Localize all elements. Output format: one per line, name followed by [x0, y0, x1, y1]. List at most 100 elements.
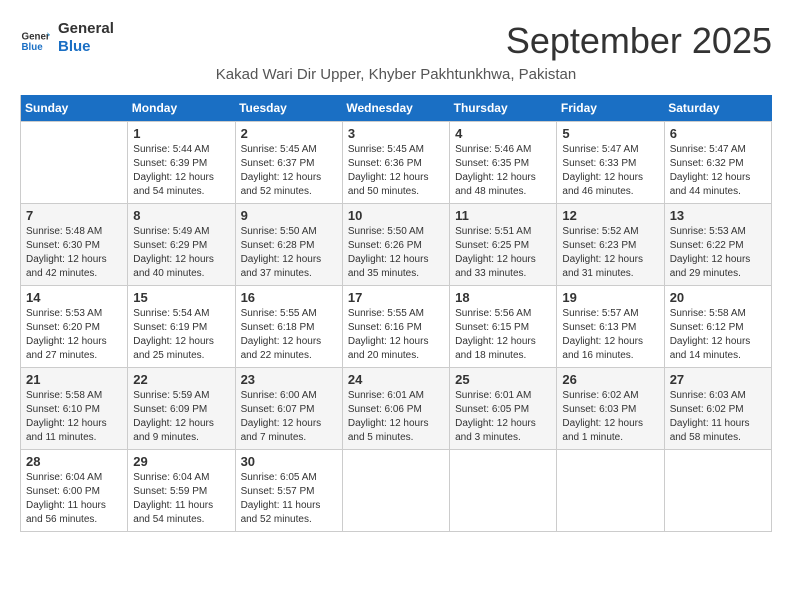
- day-number: 27: [670, 372, 766, 387]
- calendar-cell: 3 Sunrise: 5:45 AM Sunset: 6:36 PM Daylig…: [342, 122, 449, 204]
- day-number: 11: [455, 208, 551, 223]
- day-number: 17: [348, 290, 444, 305]
- calendar-cell: 17 Sunrise: 5:55 AM Sunset: 6:16 PM Dayli…: [342, 286, 449, 368]
- calendar-cell: 5 Sunrise: 5:47 AM Sunset: 6:33 PM Daylig…: [557, 122, 664, 204]
- day-number: 3: [348, 126, 444, 141]
- logo: General Blue General Blue: [20, 20, 114, 56]
- day-number: 7: [26, 208, 122, 223]
- day-info: Sunrise: 5:50 AM Sunset: 6:28 PM Dayligh…: [241, 225, 337, 281]
- calendar-cell: 10Sunrise: 5:50 AM Sunset: 6:26 PM Dayli…: [342, 204, 449, 286]
- calendar-cell: 2 Sunrise: 5:45 AM Sunset: 6:37 PM Daylig…: [235, 122, 342, 204]
- day-number: 19: [562, 290, 658, 305]
- weekday-header-sunday: Sunday: [21, 95, 128, 122]
- day-info: Sunrise: 5:44 AM Sunset: 6:39 PM Dayligh…: [133, 143, 229, 199]
- calendar-cell: 24 Sunrise: 6:01 AM Sunset: 6:06 PM Dayli…: [342, 368, 449, 450]
- day-info: Sunrise: 5:58 AM Sunset: 6:10 PM Dayligh…: [26, 389, 122, 445]
- calendar-cell: 30 Sunrise: 6:05 AM Sunset: 5:57 PM Dayli…: [235, 450, 342, 532]
- calendar-cell: 1Sunrise: 5:44 AM Sunset: 6:39 PM Daylig…: [128, 122, 235, 204]
- day-info: Sunrise: 6:02 AM Sunset: 6:03 PM Dayligh…: [562, 389, 658, 445]
- day-info: Sunrise: 5:47 AM Sunset: 6:33 PM Dayligh…: [562, 143, 658, 199]
- calendar-cell: 9 Sunrise: 5:50 AM Sunset: 6:28 PM Daylig…: [235, 204, 342, 286]
- weekday-header-friday: Friday: [557, 95, 664, 122]
- calendar-cell: 6 Sunrise: 5:47 AM Sunset: 6:32 PM Daylig…: [664, 122, 771, 204]
- calendar-cell: 26Sunrise: 6:02 AM Sunset: 6:03 PM Dayli…: [557, 368, 664, 450]
- svg-text:Blue: Blue: [22, 42, 44, 53]
- month-title: September 2025: [506, 20, 772, 62]
- calendar-table: SundayMondayTuesdayWednesdayThursdayFrid…: [20, 95, 772, 532]
- calendar-cell: [342, 450, 449, 532]
- calendar-cell: 7 Sunrise: 5:48 AM Sunset: 6:30 PM Daylig…: [21, 204, 128, 286]
- day-info: Sunrise: 6:04 AM Sunset: 5:59 PM Dayligh…: [133, 471, 229, 527]
- day-number: 2: [241, 126, 337, 141]
- day-number: 9: [241, 208, 337, 223]
- calendar-cell: [21, 122, 128, 204]
- day-info: Sunrise: 5:49 AM Sunset: 6:29 PM Dayligh…: [133, 225, 229, 281]
- weekday-header-tuesday: Tuesday: [235, 95, 342, 122]
- day-info: Sunrise: 5:45 AM Sunset: 6:36 PM Dayligh…: [348, 143, 444, 199]
- day-info: Sunrise: 6:01 AM Sunset: 6:06 PM Dayligh…: [348, 389, 444, 445]
- day-info: Sunrise: 6:01 AM Sunset: 6:05 PM Dayligh…: [455, 389, 551, 445]
- day-info: Sunrise: 5:45 AM Sunset: 6:37 PM Dayligh…: [241, 143, 337, 199]
- calendar-cell: 4 Sunrise: 5:46 AM Sunset: 6:35 PM Daylig…: [450, 122, 557, 204]
- calendar-cell: 8 Sunrise: 5:49 AM Sunset: 6:29 PM Daylig…: [128, 204, 235, 286]
- calendar-week-row: 14Sunrise: 5:53 AM Sunset: 6:20 PM Dayli…: [21, 286, 772, 368]
- day-info: Sunrise: 5:55 AM Sunset: 6:18 PM Dayligh…: [241, 307, 337, 363]
- day-info: Sunrise: 5:53 AM Sunset: 6:20 PM Dayligh…: [26, 307, 122, 363]
- day-info: Sunrise: 6:00 AM Sunset: 6:07 PM Dayligh…: [241, 389, 337, 445]
- calendar-cell: 19 Sunrise: 5:57 AM Sunset: 6:13 PM Dayli…: [557, 286, 664, 368]
- calendar-cell: 15 Sunrise: 5:54 AM Sunset: 6:19 PM Dayli…: [128, 286, 235, 368]
- day-info: Sunrise: 5:46 AM Sunset: 6:35 PM Dayligh…: [455, 143, 551, 199]
- day-number: 22: [133, 372, 229, 387]
- day-info: Sunrise: 5:54 AM Sunset: 6:19 PM Dayligh…: [133, 307, 229, 363]
- logo-line1: General: [58, 20, 114, 38]
- calendar-cell: 12Sunrise: 5:52 AM Sunset: 6:23 PM Dayli…: [557, 204, 664, 286]
- day-info: Sunrise: 5:59 AM Sunset: 6:09 PM Dayligh…: [133, 389, 229, 445]
- day-number: 6: [670, 126, 766, 141]
- calendar-cell: 14Sunrise: 5:53 AM Sunset: 6:20 PM Dayli…: [21, 286, 128, 368]
- calendar-cell: 20 Sunrise: 5:58 AM Sunset: 6:12 PM Dayli…: [664, 286, 771, 368]
- day-number: 21: [26, 372, 122, 387]
- day-info: Sunrise: 6:05 AM Sunset: 5:57 PM Dayligh…: [241, 471, 337, 527]
- calendar-week-row: 28 Sunrise: 6:04 AM Sunset: 6:00 PM Dayli…: [21, 450, 772, 532]
- day-number: 13: [670, 208, 766, 223]
- weekday-header-monday: Monday: [128, 95, 235, 122]
- day-info: Sunrise: 5:47 AM Sunset: 6:32 PM Dayligh…: [670, 143, 766, 199]
- calendar-cell: 13Sunrise: 5:53 AM Sunset: 6:22 PM Dayli…: [664, 204, 771, 286]
- calendar-cell: [450, 450, 557, 532]
- day-info: Sunrise: 5:57 AM Sunset: 6:13 PM Dayligh…: [562, 307, 658, 363]
- day-number: 30: [241, 454, 337, 469]
- calendar-cell: 16 Sunrise: 5:55 AM Sunset: 6:18 PM Dayli…: [235, 286, 342, 368]
- day-number: 12: [562, 208, 658, 223]
- day-info: Sunrise: 6:04 AM Sunset: 6:00 PM Dayligh…: [26, 471, 122, 527]
- day-number: 8: [133, 208, 229, 223]
- calendar-cell: [557, 450, 664, 532]
- day-number: 25: [455, 372, 551, 387]
- calendar-cell: 23Sunrise: 6:00 AM Sunset: 6:07 PM Dayli…: [235, 368, 342, 450]
- day-number: 16: [241, 290, 337, 305]
- calendar-week-row: 21 Sunrise: 5:58 AM Sunset: 6:10 PM Dayli…: [21, 368, 772, 450]
- day-info: Sunrise: 5:58 AM Sunset: 6:12 PM Dayligh…: [670, 307, 766, 363]
- calendar-cell: 25 Sunrise: 6:01 AM Sunset: 6:05 PM Dayli…: [450, 368, 557, 450]
- day-number: 18: [455, 290, 551, 305]
- calendar-cell: 28 Sunrise: 6:04 AM Sunset: 6:00 PM Dayli…: [21, 450, 128, 532]
- day-number: 4: [455, 126, 551, 141]
- calendar-cell: 18Sunrise: 5:56 AM Sunset: 6:15 PM Dayli…: [450, 286, 557, 368]
- calendar-cell: 11Sunrise: 5:51 AM Sunset: 6:25 PM Dayli…: [450, 204, 557, 286]
- logo-line2: Blue: [58, 38, 114, 56]
- calendar-cell: 21 Sunrise: 5:58 AM Sunset: 6:10 PM Dayli…: [21, 368, 128, 450]
- calendar-cell: [664, 450, 771, 532]
- day-number: 28: [26, 454, 122, 469]
- weekday-header-saturday: Saturday: [664, 95, 771, 122]
- weekday-header-wednesday: Wednesday: [342, 95, 449, 122]
- day-number: 15: [133, 290, 229, 305]
- day-number: 20: [670, 290, 766, 305]
- calendar-week-row: 7 Sunrise: 5:48 AM Sunset: 6:30 PM Daylig…: [21, 204, 772, 286]
- day-info: Sunrise: 5:55 AM Sunset: 6:16 PM Dayligh…: [348, 307, 444, 363]
- day-info: Sunrise: 5:50 AM Sunset: 6:26 PM Dayligh…: [348, 225, 444, 281]
- day-number: 24: [348, 372, 444, 387]
- calendar-cell: 27 Sunrise: 6:03 AM Sunset: 6:02 PM Dayli…: [664, 368, 771, 450]
- weekday-header-thursday: Thursday: [450, 95, 557, 122]
- day-number: 5: [562, 126, 658, 141]
- day-info: Sunrise: 5:48 AM Sunset: 6:30 PM Dayligh…: [26, 225, 122, 281]
- day-info: Sunrise: 6:03 AM Sunset: 6:02 PM Dayligh…: [670, 389, 766, 445]
